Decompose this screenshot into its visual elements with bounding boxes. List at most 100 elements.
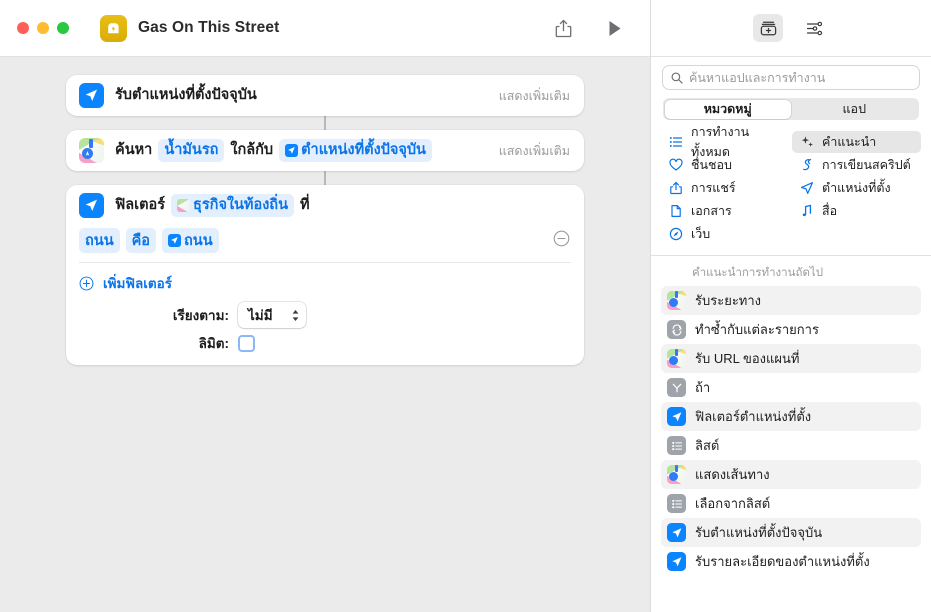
search-joiner: ใกล้กับ bbox=[230, 140, 273, 162]
location-arrow-icon bbox=[79, 83, 104, 108]
window-titlebar: Gas On This Street bbox=[0, 0, 650, 57]
filter-operator-text: คือ bbox=[132, 229, 150, 252]
list-item[interactable]: รับระยะทาง bbox=[661, 286, 921, 315]
location-arrow-icon bbox=[667, 523, 686, 542]
sidebar-toolbar bbox=[651, 0, 931, 57]
maps-icon bbox=[79, 138, 104, 163]
list-item[interactable]: ลิสต์ bbox=[661, 431, 921, 460]
actions-canvas: รับตำแหน่งที่ตั้งปัจจุบัน แสดงเพิ่มเติม bbox=[0, 57, 650, 612]
suggestion-label: ลิสต์ bbox=[695, 435, 719, 456]
filter-type-token[interactable]: ธุรกิจในท้องถิ่น bbox=[171, 194, 294, 218]
suggestion-label: รับรายละเอียดของตำแหน่งที่ตั้ง bbox=[695, 551, 870, 572]
list-item[interactable]: รับรายละเอียดของตำแหน่งที่ตั้ง bbox=[661, 547, 921, 576]
limit-label: ลิมิต: bbox=[151, 332, 229, 354]
shortcuts-window: Gas On This Street bbox=[0, 0, 931, 612]
limit-checkbox[interactable] bbox=[238, 335, 255, 352]
maps-icon-bar bbox=[89, 139, 93, 148]
document-icon bbox=[667, 204, 684, 218]
maps-icon bbox=[667, 291, 686, 310]
filter-suffix: ที่ bbox=[300, 195, 310, 217]
tab-categories[interactable]: หมวดหมู่ bbox=[665, 100, 792, 119]
maps-icon bbox=[667, 349, 686, 368]
share-icon bbox=[667, 181, 684, 195]
category-label: การแชร์ bbox=[691, 178, 736, 198]
category-label: การเขียนสคริปต์ bbox=[822, 155, 911, 175]
suggestion-label: รับระยะทาง bbox=[695, 290, 761, 311]
category-all-actions[interactable]: การทำงานทั้งหมด bbox=[661, 131, 790, 153]
action-title-text: รับตำแหน่งที่ตั้งปัจจุบัน bbox=[115, 85, 257, 107]
list-item[interactable]: เลือกจากลิสต์ bbox=[661, 489, 921, 518]
list-item[interactable]: รับตำแหน่งที่ตั้งปัจจุบัน bbox=[661, 518, 921, 547]
library-segmented-control: หมวดหมู่ แอป bbox=[663, 98, 919, 120]
search-field[interactable] bbox=[663, 66, 919, 89]
filter-field-token[interactable]: ถนน bbox=[79, 228, 120, 253]
search-icon bbox=[671, 72, 683, 84]
share-icon[interactable] bbox=[548, 13, 578, 43]
close-button[interactable] bbox=[17, 22, 29, 34]
shortcut-details-icon[interactable] bbox=[799, 14, 829, 42]
show-more-label[interactable]: แสดงเพิ่มเติม bbox=[485, 86, 570, 106]
list-item[interactable]: ทำซ้ำกับแต่ละรายการ bbox=[661, 315, 921, 344]
limit-row: ลิมิต: bbox=[138, 330, 584, 356]
filter-value-token[interactable]: ถนน bbox=[162, 228, 219, 253]
maps-icon-pin bbox=[82, 148, 93, 159]
category-label: สื่อ bbox=[822, 201, 837, 221]
list-item[interactable]: ถ้า bbox=[661, 373, 921, 402]
action-card-search-maps[interactable]: ค้นหา น้ำมันรถ ใกล้กับ bbox=[66, 130, 584, 171]
category-sharing[interactable]: การแชร์ bbox=[661, 177, 790, 199]
suggestion-label: แสดงเส้นทาง bbox=[695, 464, 770, 485]
suggestion-label: รับตำแหน่งที่ตั้งปัจจุบัน bbox=[695, 522, 822, 543]
action-card-get-current-location[interactable]: รับตำแหน่งที่ตั้งปัจจุบัน แสดงเพิ่มเติม bbox=[66, 75, 584, 116]
category-label: ตำแหน่งที่ตั้ง bbox=[822, 178, 891, 198]
action-title: ค้นหา น้ำมันรถ ใกล้กับ bbox=[115, 139, 438, 163]
action-flow: รับตำแหน่งที่ตั้งปัจจุบัน แสดงเพิ่มเติม bbox=[0, 75, 650, 365]
list-item[interactable]: รับ URL ของแผนที่ bbox=[661, 344, 921, 373]
category-scripting[interactable]: การเขียนสคริปต์ bbox=[792, 154, 921, 176]
category-label: เอกสาร bbox=[691, 201, 732, 221]
add-filter-label: เพิ่มฟิลเตอร์ bbox=[103, 272, 172, 294]
sort-by-value: ไม่มี bbox=[248, 304, 273, 326]
search-verb: ค้นหา bbox=[115, 140, 152, 162]
category-label: คำแนะนำ bbox=[822, 132, 876, 152]
maps-icon bbox=[667, 465, 686, 484]
suggestion-label: เลือกจากลิสต์ bbox=[695, 493, 770, 514]
location-arrow-icon bbox=[285, 144, 298, 157]
location-arrow-icon bbox=[798, 181, 815, 195]
list-item[interactable]: ฟิลเตอร์ตำแหน่งที่ตั้ง bbox=[661, 402, 921, 431]
suggestion-label: ทำซ้ำกับแต่ละรายการ bbox=[695, 319, 819, 340]
show-more-label[interactable]: แสดงเพิ่มเติม bbox=[485, 141, 570, 161]
category-web[interactable]: เว็บ bbox=[661, 223, 790, 245]
action-card-row: ค้นหา น้ำมันรถ ใกล้กับ bbox=[66, 130, 584, 171]
category-suggestions[interactable]: คำแนะนำ bbox=[792, 131, 921, 153]
sort-by-dropdown[interactable]: ไม่มี bbox=[238, 302, 306, 328]
category-documents[interactable]: เอกสาร bbox=[661, 200, 790, 222]
list-icon bbox=[667, 436, 686, 455]
list-item[interactable]: แสดงเส้นทาง bbox=[661, 460, 921, 489]
category-location[interactable]: ตำแหน่งที่ตั้ง bbox=[792, 177, 921, 199]
category-favorites[interactable]: ชื่นชอบ bbox=[661, 154, 790, 176]
location-arrow-icon bbox=[168, 234, 181, 247]
tab-apps[interactable]: แอป bbox=[791, 100, 918, 119]
zoom-button[interactable] bbox=[57, 22, 69, 34]
category-media[interactable]: สื่อ bbox=[792, 200, 921, 222]
search-query-token[interactable]: น้ำมันรถ bbox=[158, 139, 224, 163]
add-filter-button[interactable]: เพิ่มฟิลเตอร์ bbox=[66, 263, 584, 300]
search-input[interactable] bbox=[689, 71, 911, 85]
suggestion-label: รับ URL ของแผนที่ bbox=[695, 348, 799, 369]
minimize-button[interactable] bbox=[37, 22, 49, 34]
search-location-variable-token[interactable]: ตำแหน่งที่ตั้งปัจจุบัน bbox=[279, 139, 432, 163]
location-arrow-icon bbox=[667, 407, 686, 426]
action-card-filter-locations[interactable]: ฟิลเตอร์ ธุรกิจในท้องถิ่น ที่ ถนน bbox=[66, 185, 584, 365]
category-label: เว็บ bbox=[691, 224, 710, 244]
suggestion-label: ฟิลเตอร์ตำแหน่งที่ตั้ง bbox=[695, 406, 811, 427]
sort-by-row: เรียงตาม: ไม่มี bbox=[138, 300, 584, 330]
search-bar-container bbox=[651, 57, 931, 89]
suggestions-list: รับระยะทาง ทำซ้ำกับแต่ละรายการ รับ URL ข… bbox=[651, 286, 931, 612]
filter-operator-token[interactable]: คือ bbox=[126, 228, 156, 253]
action-library-icon[interactable] bbox=[753, 14, 783, 42]
remove-filter-button[interactable] bbox=[553, 230, 570, 252]
suggestions-heading: คำแนะนำการทำงานถัดไป bbox=[651, 256, 931, 286]
list-icon bbox=[667, 494, 686, 513]
action-title: รับตำแหน่งที่ตั้งปัจจุบัน bbox=[115, 85, 263, 107]
play-icon[interactable] bbox=[600, 13, 630, 43]
